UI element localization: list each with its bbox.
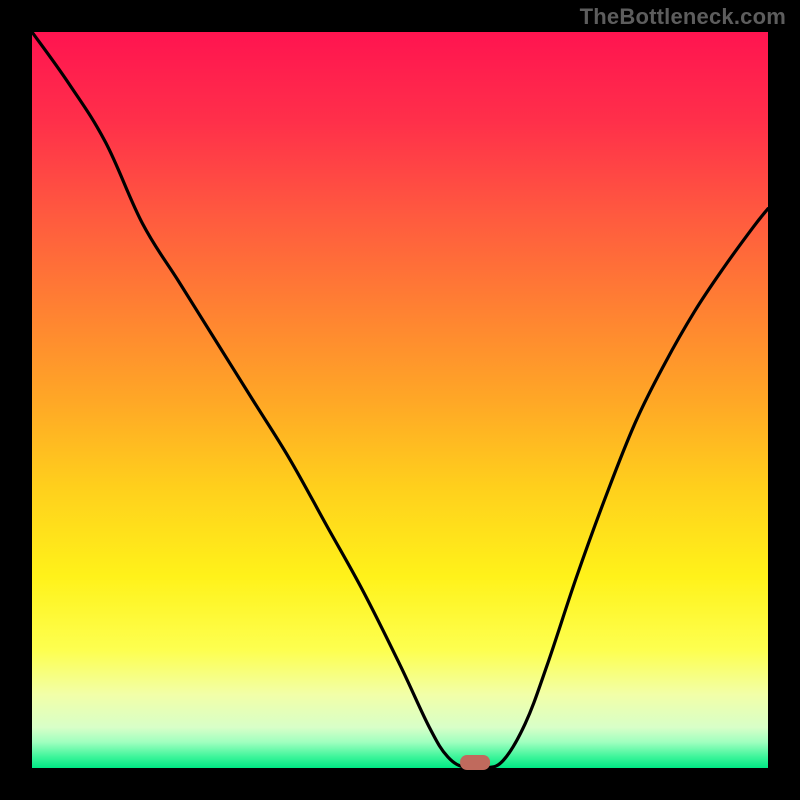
optimal-marker bbox=[460, 755, 490, 770]
bottleneck-chart bbox=[0, 0, 800, 800]
chart-frame: TheBottleneck.com bbox=[0, 0, 800, 800]
plot-background bbox=[32, 32, 768, 768]
watermark-text: TheBottleneck.com bbox=[580, 4, 786, 30]
